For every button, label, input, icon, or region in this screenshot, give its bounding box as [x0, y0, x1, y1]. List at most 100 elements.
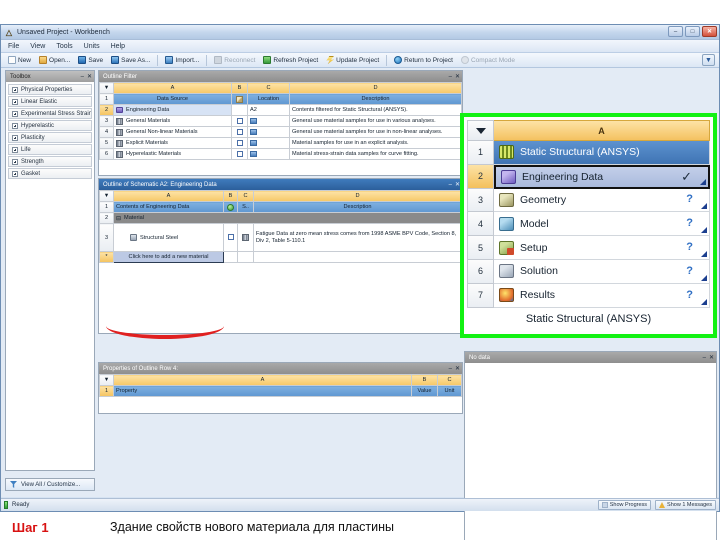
toolbar-new-button[interactable]: New	[5, 54, 34, 67]
minimize-button[interactable]: –	[668, 26, 683, 37]
toolbox-item-hyperelastic[interactable]: Hyperelastic	[8, 120, 92, 131]
filter-dropdown-icon[interactable]: ▼	[99, 190, 114, 202]
toolbar-refresh-project-button[interactable]: Refresh Project	[260, 54, 321, 67]
toolbox-item-experimental-stress-strain-data[interactable]: Experimental Stress Strain Data	[8, 108, 92, 119]
menu-item-tools[interactable]: Tools	[56, 43, 72, 50]
checkbox-icon[interactable]	[236, 139, 243, 146]
column-header-b[interactable]: B	[231, 82, 248, 94]
table-row[interactable]: 2 Engineering Data A2 Contents filtered …	[99, 104, 462, 116]
properties-close-icon[interactable]: ✕	[455, 366, 460, 372]
checkbox-icon[interactable]	[236, 128, 243, 135]
toolbar-import-button[interactable]: Import...	[162, 54, 202, 67]
toolbar-save-button[interactable]: Save	[75, 54, 106, 67]
maximize-button[interactable]: □	[685, 26, 700, 37]
column-header-c[interactable]: C	[237, 190, 254, 202]
cell-data-source[interactable]: Explicit Materials	[113, 137, 232, 149]
schematic-row-7[interactable]: 7 Results ?	[467, 283, 710, 308]
cell-checkbox[interactable]	[231, 148, 248, 160]
column-header-a[interactable]: A	[113, 374, 412, 386]
cell-location[interactable]	[247, 126, 290, 138]
toolbox-item-strength[interactable]: Strength	[8, 156, 92, 167]
checkbox-icon[interactable]	[227, 234, 234, 241]
schematic-cell-solution[interactable]: Solution ?	[494, 259, 710, 284]
expand-plus-icon[interactable]	[12, 158, 18, 165]
expand-plus-icon[interactable]	[12, 122, 18, 129]
table-row[interactable]: 5 Explicit Materials Material samples fo…	[99, 137, 462, 149]
schematic-cell-results[interactable]: Results ?	[494, 283, 710, 308]
cell-checkbox[interactable]	[223, 223, 238, 252]
toolbar-update-project-button[interactable]: Update Project	[323, 54, 382, 67]
schematic-cell-model[interactable]: Model ?	[494, 212, 710, 237]
table-row[interactable]: 3 General Materials General use material…	[99, 115, 462, 127]
menu-item-view[interactable]: View	[30, 43, 45, 50]
menu-item-help[interactable]: Help	[111, 43, 125, 50]
expand-plus-icon[interactable]	[12, 98, 18, 105]
toolbox-minimize-icon[interactable]: –	[81, 74, 84, 80]
column-header-a[interactable]: A	[113, 82, 232, 94]
cell-location[interactable]	[247, 148, 290, 160]
schematic-row-2[interactable]: 2 Engineering Data ✓	[467, 164, 710, 189]
checkbox-icon[interactable]	[236, 117, 243, 124]
toolbox-item-life[interactable]: Life	[8, 144, 92, 155]
outline-filter-minimize-icon[interactable]: –	[449, 74, 452, 80]
cell-data-source[interactable]: General Materials	[113, 115, 232, 127]
schematic-cell-geometry[interactable]: Geometry ?	[494, 188, 710, 213]
toolbox-item-physical-properties[interactable]: Physical Properties	[8, 84, 92, 95]
expand-plus-icon[interactable]	[12, 86, 18, 93]
toolbox-item-gasket[interactable]: Gasket	[8, 168, 92, 179]
column-header-d[interactable]: D	[289, 82, 462, 94]
checkbox-icon[interactable]	[236, 150, 243, 157]
expand-plus-icon[interactable]	[12, 110, 18, 117]
cell-data-source[interactable]: Engineering Data	[113, 104, 232, 116]
table-row[interactable]: 6 Hyperelastic Materials Material stress…	[99, 148, 462, 160]
column-header-c[interactable]: C	[437, 374, 462, 386]
outline-schematic-minimize-icon[interactable]: –	[449, 182, 452, 188]
schematic-row-4[interactable]: 4 Model ?	[467, 212, 710, 237]
schematic-row-6[interactable]: 6 Solution ?	[467, 259, 710, 284]
toolbox-view-all-customize-button[interactable]: View All / Customize...	[5, 478, 95, 491]
minus-box-icon[interactable]: ⊟	[116, 215, 121, 222]
cell-material-name[interactable]: Structural Steel	[113, 223, 224, 252]
cell-checkbox[interactable]	[231, 115, 248, 127]
column-header-a[interactable]: A	[113, 190, 224, 202]
expand-plus-icon[interactable]	[12, 146, 18, 153]
table-row[interactable]: 4 General Non-linear Materials General u…	[99, 126, 462, 138]
column-header-b[interactable]: B	[411, 374, 438, 386]
close-button[interactable]: ✕	[702, 26, 717, 37]
schematic-row-3[interactable]: 3 Geometry ?	[467, 188, 710, 213]
schematic-row-5[interactable]: 5 Setup ?	[467, 236, 710, 260]
cell-checkbox[interactable]	[231, 126, 248, 138]
toolbar-open-button[interactable]: Open...	[36, 54, 73, 67]
schematic-cell-engineering-data[interactable]: Engineering Data ✓	[494, 164, 710, 189]
expand-plus-icon[interactable]	[12, 170, 18, 177]
cell-checkbox[interactable]	[231, 104, 248, 116]
toolbox-close-icon[interactable]: ✕	[87, 74, 92, 80]
filter-funnel-icon[interactable]: ▼	[702, 54, 715, 66]
cell-data-source[interactable]: Hyperelastic Materials	[113, 148, 232, 160]
toolbox-item-linear-elastic[interactable]: Linear Elastic	[8, 96, 92, 107]
cell-location[interactable]	[247, 115, 290, 127]
column-header-d[interactable]: D	[253, 190, 462, 202]
toolbar-save-as-button[interactable]: Save As...	[108, 54, 153, 67]
schematic-column-header-a[interactable]: A	[494, 120, 710, 141]
show-messages-button[interactable]: Show 1 Messages	[655, 500, 716, 510]
filter-dropdown-icon[interactable]: ▼	[99, 82, 114, 94]
toolbar-return-to-project-button[interactable]: Return to Project	[391, 54, 456, 67]
group-row-material[interactable]: ⊟ Material	[113, 212, 462, 224]
table-add-row[interactable]: * Click here to add a new material	[99, 251, 462, 263]
menu-item-units[interactable]: Units	[84, 43, 100, 50]
column-header-c[interactable]: C	[247, 82, 290, 94]
cell-data-source[interactable]: General Non-linear Materials	[113, 126, 232, 138]
menu-item-file[interactable]: File	[8, 43, 19, 50]
schematic-cell-static-structural[interactable]: Static Structural (ANSYS)	[494, 141, 710, 165]
cell-source[interactable]	[237, 223, 254, 252]
outline-filter-close-icon[interactable]: ✕	[455, 74, 460, 80]
chart-panel-minimize-icon[interactable]: –	[703, 355, 706, 361]
column-header-b[interactable]: B	[223, 190, 238, 202]
cell-checkbox[interactable]	[231, 137, 248, 149]
show-progress-button[interactable]: Show Progress	[597, 500, 652, 510]
table-group-row[interactable]: 2 ⊟ Material	[99, 212, 462, 224]
toolbox-item-plasticity[interactable]: Plasticity	[8, 132, 92, 143]
expand-plus-icon[interactable]	[12, 134, 18, 141]
properties-minimize-icon[interactable]: –	[449, 366, 452, 372]
